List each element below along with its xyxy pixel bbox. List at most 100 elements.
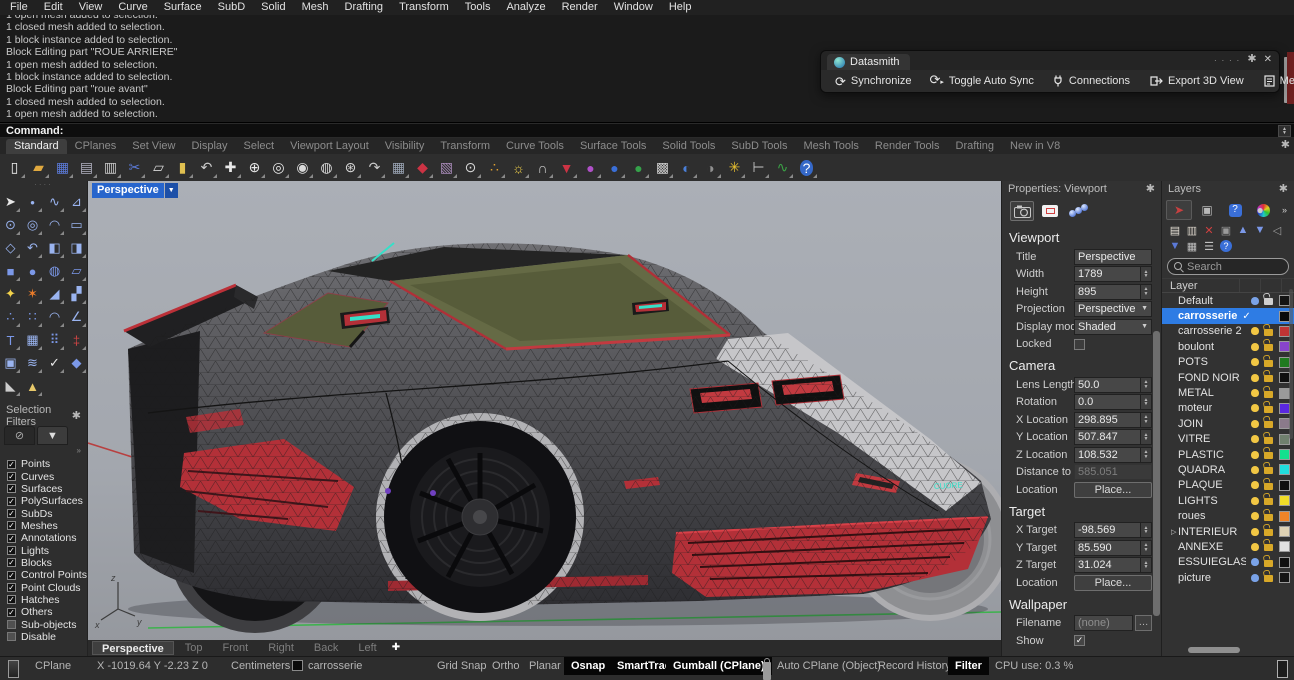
tool-icon[interactable]: ↶ bbox=[22, 237, 43, 259]
bulb-icon[interactable] bbox=[1251, 312, 1259, 320]
planar-toggle[interactable]: Planar bbox=[529, 657, 561, 675]
tool-icon[interactable]: T bbox=[0, 329, 21, 351]
place-button[interactable]: Place... bbox=[1074, 575, 1152, 591]
bulb-icon[interactable] bbox=[1251, 327, 1259, 335]
filter-checkbox[interactable] bbox=[7, 595, 16, 604]
chevron-more-icon[interactable]: » bbox=[1282, 205, 1291, 215]
toolbar-icon[interactable]: ✂ bbox=[123, 156, 146, 179]
tool-icon[interactable]: ∠ bbox=[66, 306, 87, 328]
chevron-down-icon[interactable]: ▼ bbox=[1141, 305, 1148, 312]
bulb-icon[interactable] bbox=[1251, 558, 1259, 566]
browse-button[interactable]: … bbox=[1135, 615, 1152, 631]
layer-search-box[interactable]: Search bbox=[1167, 258, 1289, 275]
lock-icon[interactable] bbox=[1264, 437, 1273, 444]
toolbar-icon[interactable]: ? bbox=[795, 156, 818, 179]
layer-tool-icon[interactable]: ▲ bbox=[1235, 223, 1251, 238]
filter-checkbox[interactable] bbox=[7, 558, 16, 567]
tool-icon[interactable]: ∿ bbox=[44, 191, 65, 213]
layer-tool-icon[interactable]: ▼ bbox=[1167, 239, 1183, 254]
property-value[interactable]: 31.024 bbox=[1074, 557, 1141, 573]
layer-row[interactable]: ANNEXE bbox=[1162, 539, 1294, 554]
lock-icon[interactable] bbox=[1264, 529, 1273, 536]
viewport-3d[interactable]: z x y bbox=[88, 181, 1001, 656]
ortho-toggle[interactable]: Ortho bbox=[492, 657, 520, 675]
toolbar-icon[interactable]: ↶ bbox=[195, 156, 218, 179]
layer-tool-icon[interactable]: ▦ bbox=[1184, 239, 1200, 254]
viewport-tab[interactable]: Perspective bbox=[92, 641, 174, 655]
filter-funnel-tab[interactable]: ▼ bbox=[37, 426, 68, 445]
property-value[interactable]: 507.847 bbox=[1074, 429, 1141, 445]
auto-cplane-toggle[interactable]: Auto CPlane (Object) bbox=[777, 657, 881, 675]
toolbar-icon[interactable]: ▰ bbox=[27, 156, 50, 179]
record-history-toggle[interactable]: Record History bbox=[878, 657, 951, 675]
toolbar-icon[interactable]: ▮ bbox=[171, 156, 194, 179]
tool-icon[interactable]: ◆ bbox=[66, 352, 87, 374]
filter-checkbox[interactable] bbox=[7, 472, 16, 481]
lock-icon[interactable] bbox=[1264, 375, 1273, 382]
lock-icon[interactable] bbox=[1264, 298, 1273, 305]
property-value[interactable]: 85.590 bbox=[1074, 540, 1141, 556]
tool-icon[interactable]: ⠿ bbox=[44, 329, 65, 351]
toolbar-tab[interactable]: Set View bbox=[124, 139, 183, 154]
tool-icon[interactable]: ◠ bbox=[44, 306, 65, 328]
command-spinner[interactable]: ▲▼ bbox=[1278, 125, 1291, 137]
layer-row[interactable]: boulont bbox=[1162, 339, 1294, 354]
toolbar-icon[interactable]: ↷ bbox=[363, 156, 386, 179]
chevron-more-icon[interactable]: » bbox=[0, 445, 87, 456]
tool-icon[interactable]: ▲ bbox=[22, 375, 43, 397]
layer-color-swatch[interactable] bbox=[1279, 495, 1290, 506]
stepper[interactable]: ▲▼ bbox=[1141, 540, 1152, 556]
viewport-tab[interactable]: Back bbox=[305, 641, 347, 655]
layer-tool-icon[interactable]: ✕ bbox=[1201, 223, 1217, 238]
toolbar-icon[interactable]: ▱ bbox=[147, 156, 170, 179]
layers-panel-tab[interactable]: ● bbox=[1250, 200, 1276, 220]
layer-row[interactable]: FOND NOIR bbox=[1162, 370, 1294, 385]
tool-icon[interactable]: ▭ bbox=[66, 214, 87, 236]
stepper[interactable]: ▲▼ bbox=[1141, 284, 1152, 300]
layer-row[interactable]: PLAQUE bbox=[1162, 478, 1294, 493]
toolbar-tab[interactable]: Select bbox=[236, 139, 283, 154]
bulb-icon[interactable] bbox=[1251, 466, 1259, 474]
layer-tool-icon[interactable]: ☰ bbox=[1201, 239, 1217, 254]
checkbox[interactable] bbox=[1074, 635, 1085, 646]
layer-row[interactable]: VITRE bbox=[1162, 432, 1294, 447]
layers-hscrollbar[interactable] bbox=[1188, 647, 1240, 653]
tool-icon[interactable]: • bbox=[22, 191, 43, 213]
layer-tool-icon[interactable]: ▤ bbox=[1167, 223, 1183, 238]
layer-tool-icon[interactable]: ▼ bbox=[1252, 223, 1268, 238]
menu-item[interactable]: Window bbox=[606, 0, 661, 15]
toolbar-tab[interactable]: Solid Tools bbox=[654, 139, 723, 154]
gear-icon[interactable]: ✱ bbox=[72, 411, 81, 422]
layer-row[interactable]: PLASTIC bbox=[1162, 447, 1294, 462]
menu-item[interactable]: Curve bbox=[110, 0, 155, 15]
toolbar-icon[interactable]: ● bbox=[603, 156, 626, 179]
filter-toggle[interactable]: Filter bbox=[948, 657, 989, 675]
lock-icon[interactable] bbox=[1264, 498, 1273, 505]
lock-icon[interactable] bbox=[1264, 421, 1273, 428]
viewport-tab[interactable]: Top bbox=[176, 641, 212, 655]
property-value[interactable]: 298.895 bbox=[1074, 412, 1141, 428]
tool-icon[interactable]: ◇ bbox=[0, 237, 21, 259]
layer-color-swatch[interactable] bbox=[1279, 480, 1290, 491]
stepper[interactable]: ▲▼ bbox=[1141, 412, 1152, 428]
menu-item[interactable]: SubD bbox=[210, 0, 254, 15]
gear-icon[interactable]: ✱ bbox=[1247, 54, 1256, 65]
gear-icon[interactable]: ✱ bbox=[1146, 184, 1155, 195]
expand-icon[interactable]: ▷ bbox=[1171, 528, 1178, 536]
filter-checkbox[interactable] bbox=[7, 632, 16, 641]
lock-icon[interactable] bbox=[1264, 544, 1273, 551]
property-value[interactable]: 585.051 bbox=[1074, 464, 1152, 480]
tool-icon[interactable]: ➤ bbox=[0, 191, 21, 213]
filter-checkbox[interactable] bbox=[7, 484, 16, 493]
lock-icon[interactable] bbox=[1264, 514, 1273, 521]
layer-column-header[interactable]: Layer bbox=[1162, 278, 1294, 293]
bulb-icon[interactable] bbox=[1251, 435, 1259, 443]
property-value[interactable]: -98.569 bbox=[1074, 522, 1141, 538]
property-value[interactable]: 895 bbox=[1074, 284, 1141, 300]
connections-button[interactable]: Connections bbox=[1043, 71, 1139, 91]
property-value[interactable]: 0.0 bbox=[1074, 394, 1141, 410]
tool-icon[interactable]: ✦ bbox=[0, 283, 21, 305]
toolbar-icon[interactable]: ▼ bbox=[555, 156, 578, 179]
filter-checkbox[interactable] bbox=[7, 546, 16, 555]
bulb-icon[interactable] bbox=[1251, 420, 1259, 428]
